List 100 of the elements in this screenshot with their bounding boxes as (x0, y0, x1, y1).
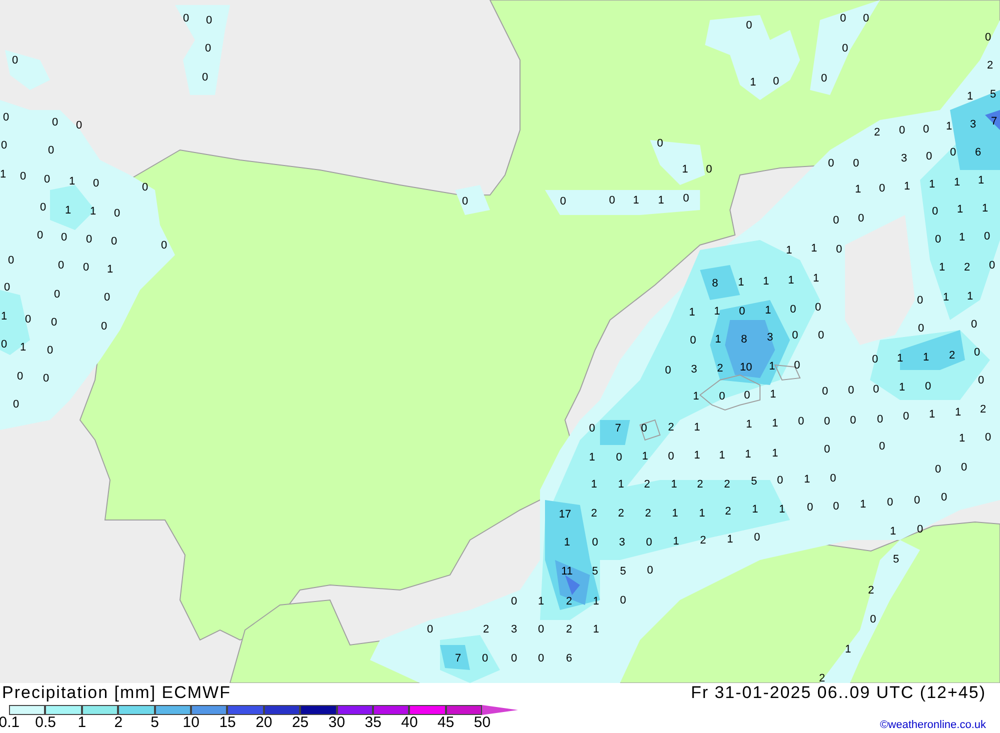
precipitation-value: 0 (872, 384, 880, 396)
precipitation-value: 1 (698, 508, 706, 520)
precipitation-value: 2 (964, 262, 970, 274)
precipitation-value: 0 (836, 244, 842, 256)
precipitation-value: 0 (974, 348, 980, 358)
precipitation-value: 0 (510, 596, 518, 608)
precipitation-value: 1 (688, 308, 696, 318)
precipitation-value: 1 (958, 434, 966, 444)
precipitation-value: 0 (4, 282, 10, 294)
precipitation-value: 0 (984, 32, 992, 44)
precipitation-value: 0 (54, 290, 60, 300)
credit-link[interactable]: ©weatheronline.co.uk (880, 716, 986, 733)
precipitation-value: 1 (592, 596, 600, 608)
precipitation-value: 3 (766, 332, 774, 344)
legend-value-label: 25 (290, 714, 310, 730)
precipitation-value: 1 (752, 504, 758, 516)
legend-value-label: 15 (218, 714, 237, 730)
precipitation-value: 0 (160, 240, 168, 252)
precipitation-value: 2 (644, 480, 650, 490)
precipitation-value: 0 (746, 20, 752, 32)
legend-value-label: 30 (327, 714, 346, 730)
precipitation-value: 2 (590, 508, 598, 520)
precipitation-value: 5 (620, 566, 626, 578)
precipitation-value: 1 (904, 182, 910, 192)
precipitation-value: 0 (814, 302, 822, 314)
precipitation-value: 0 (0, 340, 8, 350)
precipitation-value: 0 (706, 164, 712, 176)
precipitation-value: 5 (892, 554, 900, 566)
precipitation-value: 2 (980, 404, 986, 416)
precipitation-value: 1 (694, 450, 700, 462)
precipitation-value: 7 (454, 654, 462, 664)
precipitation-value: 0 (510, 654, 518, 664)
precipitation-value: 1 (0, 312, 8, 322)
precipitation-value: 6 (974, 148, 982, 158)
precipitation-value: 1 (958, 232, 966, 244)
precipitation-value: 0 (142, 182, 148, 194)
precipitation-value: 0 (24, 314, 32, 326)
precipitation-value: 1 (928, 180, 936, 190)
precipitation-value: 1 (812, 274, 820, 284)
precipitation-value: 1 (592, 624, 600, 636)
precipitation-value: 1 (20, 342, 26, 354)
precipitation-value: 1 (0, 170, 6, 180)
precipitation-value: 1 (854, 184, 862, 196)
precipitation-value: 0 (852, 158, 860, 170)
precipitation-value: 1 (966, 292, 974, 302)
precipitation-value: 0 (772, 76, 780, 88)
precipitation-value: 1 (738, 278, 744, 288)
precipitation-value: 0 (848, 386, 854, 396)
precipitation-value: 0 (656, 138, 664, 150)
precipitation-value: 1 (632, 196, 640, 206)
precipitation-value: 1 (942, 292, 950, 304)
precipitation-value: 0 (790, 304, 796, 316)
precipitation-value: 1 (860, 500, 866, 510)
legend-value-label: 40 (400, 714, 419, 730)
precipitation-value: 2 (724, 480, 730, 490)
precipitation-value: 1 (778, 504, 786, 516)
precipitation-value: 0 (592, 538, 598, 548)
precipitation-value: 1 (672, 536, 680, 548)
precipitation-value: 0 (918, 324, 924, 334)
precipitation-value: 0 (988, 260, 996, 272)
precipitation-value: 1 (786, 246, 792, 256)
precipitation-value: 3 (900, 154, 908, 164)
precipitation-value: 0 (682, 194, 690, 204)
precipitation-value: 0 (462, 196, 468, 208)
precipitation-value: 1 (750, 78, 756, 88)
precipitation-value: 0 (426, 624, 434, 636)
precipitation-value: 7 (614, 424, 622, 434)
precipitation-value: 0 (482, 654, 488, 664)
precipitation-value: 0 (588, 424, 596, 434)
legend-value-label: 0.5 (34, 714, 58, 730)
precipitation-value: 0 (798, 416, 804, 428)
precipitation-value: 0 (114, 208, 120, 220)
precipitation-value: 0 (8, 256, 14, 266)
precipitation-value: 0 (42, 374, 50, 384)
precipitation-value: 0 (182, 14, 190, 24)
precipitation-value: 0 (202, 72, 208, 84)
precipitation-value: 0 (878, 442, 886, 452)
legend-value-label: 50 (472, 714, 492, 730)
precipitation-value: 0 (984, 232, 990, 242)
precipitation-value: 7 (990, 116, 998, 128)
precipitation-value: 1 (938, 262, 946, 274)
precipitation-value: 0 (744, 390, 750, 402)
precipitation-value: 0 (646, 538, 652, 548)
precipitation-value: 2 (644, 508, 652, 520)
precipitation-value: 11 (561, 566, 573, 578)
precipitation-value: 0 (690, 336, 696, 346)
precipitation-value: 0 (898, 126, 906, 136)
precipitation-value: 0 (872, 354, 878, 366)
precipitation-value: 0 (824, 416, 830, 428)
precipitation-value: 0 (640, 424, 648, 434)
precipitation-value: 17 (558, 510, 572, 520)
precipitation-value: 0 (204, 44, 212, 54)
precipitation-value: 2 (874, 128, 880, 138)
precipitation-value: 1 (804, 474, 810, 486)
precipitation-value: 0 (664, 366, 672, 376)
precipitation-value: 1 (928, 410, 936, 420)
precipitation-value: 0 (822, 386, 828, 398)
precipitation-value: 0 (754, 532, 760, 544)
legend-value-label: 1 (76, 714, 88, 730)
precipitation-value: 0 (48, 146, 54, 156)
